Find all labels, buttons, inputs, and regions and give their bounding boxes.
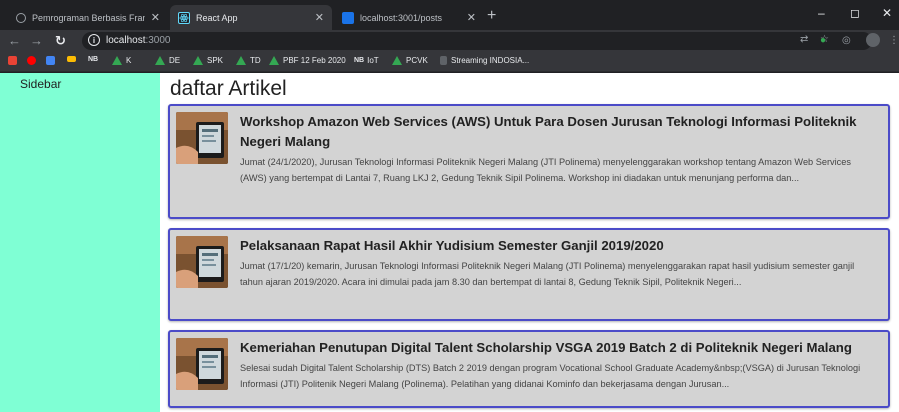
main-content: daftar Artikel Workshop Amazon Web Servi… xyxy=(160,73,899,412)
avatar[interactable] xyxy=(866,33,880,47)
bookmark-label: PBF 12 Feb 2020 xyxy=(283,56,346,65)
back-icon[interactable]: ← xyxy=(8,32,21,50)
maximize-button[interactable]: ◻ xyxy=(850,6,860,20)
url-text: localhost:3000 xyxy=(106,35,171,46)
article-description: Jumat (24/1/2020), Jurusan Teknologi Inf… xyxy=(240,157,851,183)
menu-icon[interactable]: ⋮ xyxy=(889,34,899,48)
bookmark-iot[interactable]: NB IoT xyxy=(354,56,379,65)
maps-icon xyxy=(46,56,55,65)
tab-react-app[interactable]: React App ✕ xyxy=(170,5,332,30)
tab-strip: Pemrograman Berbasis Framewo ✕ React App… xyxy=(0,0,899,30)
url-port: :3000 xyxy=(145,35,171,46)
bookmark-icon xyxy=(67,56,76,62)
article-title[interactable]: Kemeriahan Penutupan Digital Talent Scho… xyxy=(240,338,874,358)
bookmark-td[interactable]: TD xyxy=(236,56,261,65)
web-page: Sidebar daftar Artikel Workshop Amazon W… xyxy=(0,73,899,412)
sidebar-label: Sidebar xyxy=(20,77,62,91)
bookmark-pbf[interactable]: PBF 12 Feb 2020 xyxy=(269,56,346,65)
minimize-button[interactable]: – xyxy=(818,6,825,20)
close-icon[interactable]: ✕ xyxy=(315,11,324,24)
reload-icon[interactable]: ↻ xyxy=(55,32,66,50)
article-title[interactable]: Workshop Amazon Web Services (AWS) Untuk… xyxy=(240,112,874,152)
drive-icon xyxy=(112,56,122,65)
bookmark-label: SPK xyxy=(207,56,224,65)
info-icon[interactable]: i xyxy=(88,34,100,46)
gmail-icon xyxy=(8,56,17,65)
tab-title: Pemrograman Berbasis Framewo xyxy=(32,12,145,23)
article-description: Selesai sudah Digital Talent Scholarship… xyxy=(240,363,861,389)
bookmark-streaming[interactable]: Streaming INDOSIA... xyxy=(440,56,529,65)
drive-icon xyxy=(236,56,246,65)
page-icon xyxy=(440,56,447,65)
bookmark-nb[interactable]: NB xyxy=(88,56,101,63)
bookmark-spk[interactable]: SPK xyxy=(193,56,223,65)
article-description: Jumat (17/1/20) kemarin, Jurusan Teknolo… xyxy=(240,261,855,287)
bookmark-label: Streaming INDOSIA... xyxy=(451,56,530,65)
globe-icon xyxy=(16,12,26,23)
url-host: localhost xyxy=(106,35,146,46)
nb-icon: NB xyxy=(354,57,365,64)
extension-icon[interactable]: ● xyxy=(820,34,826,48)
bookmark-label: IoT xyxy=(367,56,379,65)
browser-toolbar: ← → ↻ i localhost:3000 ⇄ ☆ ● ◎ ⋮ xyxy=(0,30,899,52)
article-thumbnail xyxy=(176,236,228,288)
tab-title: localhost:3001/posts xyxy=(360,12,443,23)
youtube-icon xyxy=(27,56,36,65)
bookmark-gmail[interactable] xyxy=(8,56,21,65)
tab-title: React App xyxy=(196,12,238,23)
article-title[interactable]: Pelaksanaan Rapat Hasil Akhir Yudisium S… xyxy=(240,236,874,256)
article-card[interactable]: Workshop Amazon Web Services (AWS) Untuk… xyxy=(168,104,890,219)
bookmark-label: K xyxy=(126,56,132,65)
bookmark-youtube[interactable] xyxy=(27,56,40,65)
page-icon xyxy=(342,11,354,24)
page-title: daftar Artikel xyxy=(170,77,287,100)
close-window-button[interactable]: ✕ xyxy=(882,6,892,20)
drive-icon xyxy=(155,56,165,65)
bookmark-label: DE xyxy=(169,56,181,65)
bookmark-label: TD xyxy=(250,56,261,65)
close-icon[interactable]: ✕ xyxy=(151,11,160,24)
sidebar: Sidebar xyxy=(0,73,160,412)
drive-icon xyxy=(193,56,203,65)
drive-icon xyxy=(269,56,279,65)
nb-icon: NB xyxy=(88,56,99,63)
bookmark-yellow[interactable] xyxy=(67,56,80,62)
article-thumbnail xyxy=(176,338,228,390)
bookmark-maps[interactable] xyxy=(46,56,59,65)
extension-icon[interactable]: ◎ xyxy=(842,34,851,48)
new-tab-button[interactable]: + xyxy=(487,7,496,25)
drive-icon xyxy=(392,56,402,65)
translate-icon[interactable]: ⇄ xyxy=(800,33,808,47)
close-icon[interactable]: ✕ xyxy=(467,11,476,24)
bookmark-label: PCVK xyxy=(406,56,428,65)
article-card[interactable]: Kemeriahan Penutupan Digital Talent Scho… xyxy=(168,330,890,408)
tab-pemrograman[interactable]: Pemrograman Berbasis Framewo ✕ xyxy=(8,5,168,30)
bookmark-de[interactable]: DE xyxy=(155,56,180,65)
address-bar[interactable]: i localhost:3000 ⇄ ☆ xyxy=(82,32,872,50)
bookmark-k[interactable]: K xyxy=(112,56,131,65)
tab-localhost-posts[interactable]: localhost:3001/posts ✕ xyxy=(334,5,484,30)
bookmark-pcvk[interactable]: PCVK xyxy=(392,56,428,65)
article-card[interactable]: Pelaksanaan Rapat Hasil Akhir Yudisium S… xyxy=(168,228,890,321)
react-icon xyxy=(178,11,190,24)
bookmarks-bar: NB K DE SPK TD PBF 12 Feb 2020 NB IoT PCV… xyxy=(0,52,899,72)
article-thumbnail xyxy=(176,112,228,164)
forward-icon[interactable]: → xyxy=(30,32,43,50)
